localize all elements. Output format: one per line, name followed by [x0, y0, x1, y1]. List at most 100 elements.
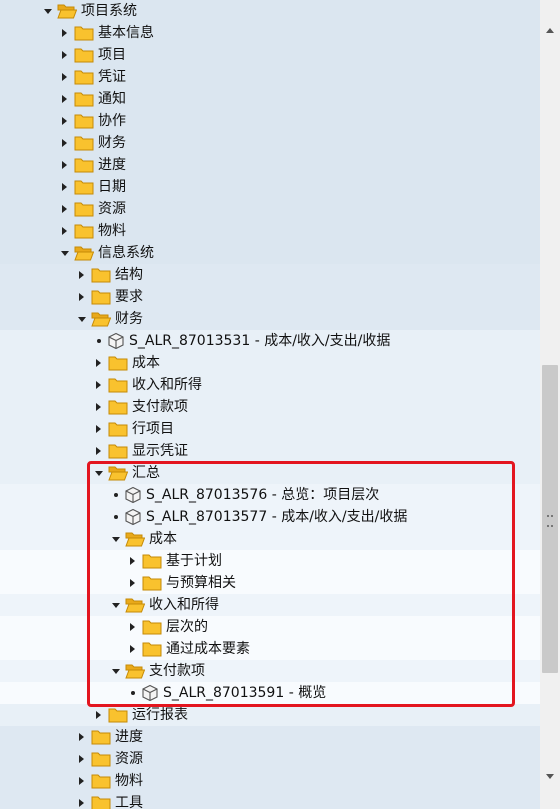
expand-arrow-icon[interactable] [62, 183, 67, 191]
folder-icon [74, 156, 94, 173]
expand-arrow-icon[interactable] [62, 29, 67, 37]
expand-arrow-icon[interactable] [62, 161, 67, 169]
expand-arrow-icon[interactable] [79, 777, 84, 785]
folder-icon [91, 728, 111, 745]
folder-node[interactable]: 通过成本要素 [0, 638, 540, 660]
expand-arrow-icon[interactable] [130, 579, 135, 587]
node-label: 通知 [98, 91, 126, 107]
node-label: 成本 [132, 355, 160, 371]
chevron-down-icon [546, 774, 554, 779]
folder-icon [108, 420, 128, 437]
folder-node[interactable]: 进度 [0, 726, 540, 748]
folder-node[interactable]: 结构 [0, 264, 540, 286]
folder-icon [91, 750, 111, 767]
folder-node[interactable]: 工具 [0, 792, 540, 809]
folder-node[interactable]: 基于计划 [0, 550, 540, 572]
folder-node[interactable]: 项目系统 [0, 0, 540, 22]
expand-arrow-icon[interactable] [62, 205, 67, 213]
expand-arrow-icon[interactable] [96, 425, 101, 433]
folder-node[interactable]: 凭证 [0, 66, 540, 88]
folder-icon [74, 112, 94, 129]
node-label: S_ALR_87013591 - 概览 [163, 685, 327, 701]
expand-arrow-icon[interactable] [79, 733, 84, 741]
expand-arrow-icon[interactable] [79, 271, 84, 279]
folder-node[interactable]: 支付款项 [0, 660, 540, 682]
folder-icon [108, 376, 128, 393]
report-node[interactable]: S_ALR_87013577 - 成本/收入/支出/收据 [0, 506, 540, 528]
folder-node[interactable]: 物料 [0, 770, 540, 792]
report-node[interactable]: S_ALR_87013591 - 概览 [0, 682, 540, 704]
node-label: 资源 [98, 201, 126, 217]
folder-node[interactable]: 收入和所得 [0, 594, 540, 616]
folder-icon [108, 706, 128, 723]
expand-arrow-icon[interactable] [62, 117, 67, 125]
folder-icon [74, 46, 94, 63]
folder-node[interactable]: 信息系统 [0, 242, 540, 264]
folder-node[interactable]: 支付款项 [0, 396, 540, 418]
folder-node[interactable]: 日期 [0, 176, 540, 198]
expand-arrow-icon[interactable] [96, 359, 101, 367]
expand-arrow-icon[interactable] [79, 293, 84, 301]
expand-arrow-icon[interactable] [96, 447, 101, 455]
collapse-arrow-icon[interactable] [78, 317, 86, 322]
node-label: 凭证 [98, 69, 126, 85]
expand-arrow-icon[interactable] [79, 799, 84, 807]
chevron-up-icon [546, 28, 554, 33]
folder-icon [142, 640, 162, 657]
expand-arrow-icon[interactable] [96, 711, 101, 719]
folder-node[interactable]: 收入和所得 [0, 374, 540, 396]
folder-node[interactable]: 成本 [0, 352, 540, 374]
expand-arrow-icon[interactable] [130, 623, 135, 631]
folder-node[interactable]: 汇总 [0, 462, 540, 484]
folder-node[interactable]: 财务 [0, 132, 540, 154]
collapse-arrow-icon[interactable] [44, 9, 52, 14]
expand-arrow-icon[interactable] [62, 227, 67, 235]
folder-node[interactable]: 项目 [0, 44, 540, 66]
expand-arrow-icon[interactable] [62, 139, 67, 147]
folder-node[interactable]: 与预算相关 [0, 572, 540, 594]
collapse-arrow-icon[interactable] [112, 603, 120, 608]
expand-arrow-icon[interactable] [130, 557, 135, 565]
folder-icon [74, 178, 94, 195]
collapse-arrow-icon[interactable] [61, 251, 69, 256]
expand-arrow-icon[interactable] [62, 51, 67, 59]
folder-node[interactable]: 物料 [0, 220, 540, 242]
collapse-arrow-icon[interactable] [95, 471, 103, 476]
folder-node[interactable]: 资源 [0, 198, 540, 220]
node-label: 物料 [98, 223, 126, 239]
folder-node[interactable]: 成本 [0, 528, 540, 550]
folder-node[interactable]: 通知 [0, 88, 540, 110]
scroll-up-button[interactable] [540, 0, 560, 33]
scroll-down-button[interactable] [540, 774, 560, 809]
report-node[interactable]: S_ALR_87013576 - 总览：项目层次 [0, 484, 540, 506]
folder-node[interactable]: 运行报表 [0, 704, 540, 726]
collapse-arrow-icon[interactable] [112, 669, 120, 674]
expand-arrow-icon[interactable] [62, 95, 67, 103]
scroll-thumb[interactable] [542, 365, 558, 673]
expand-arrow-icon[interactable] [79, 755, 84, 763]
expand-arrow-icon[interactable] [96, 403, 101, 411]
folder-node[interactable]: 进度 [0, 154, 540, 176]
vertical-scrollbar[interactable] [540, 0, 560, 809]
folder-open-icon [125, 530, 146, 547]
folder-node[interactable]: 层次的 [0, 616, 540, 638]
folder-node[interactable]: 要求 [0, 286, 540, 308]
folder-node[interactable]: 资源 [0, 748, 540, 770]
folder-icon [74, 24, 94, 41]
folder-open-icon [91, 310, 112, 327]
folder-node[interactable]: 显示凭证 [0, 440, 540, 462]
expand-arrow-icon[interactable] [130, 645, 135, 653]
node-label: 项目系统 [81, 3, 137, 19]
folder-node[interactable]: 基本信息 [0, 22, 540, 44]
expand-arrow-icon[interactable] [62, 73, 67, 81]
folder-node[interactable]: 协作 [0, 110, 540, 132]
node-label: 项目 [98, 47, 126, 63]
folder-icon [74, 134, 94, 151]
expand-arrow-icon[interactable] [96, 381, 101, 389]
folder-node[interactable]: 财务 [0, 308, 540, 330]
collapse-arrow-icon[interactable] [112, 537, 120, 542]
node-label: 基于计划 [166, 553, 222, 569]
node-label: 资源 [115, 751, 143, 767]
folder-node[interactable]: 行项目 [0, 418, 540, 440]
report-node[interactable]: S_ALR_87013531 - 成本/收入/支出/收据 [0, 330, 540, 352]
